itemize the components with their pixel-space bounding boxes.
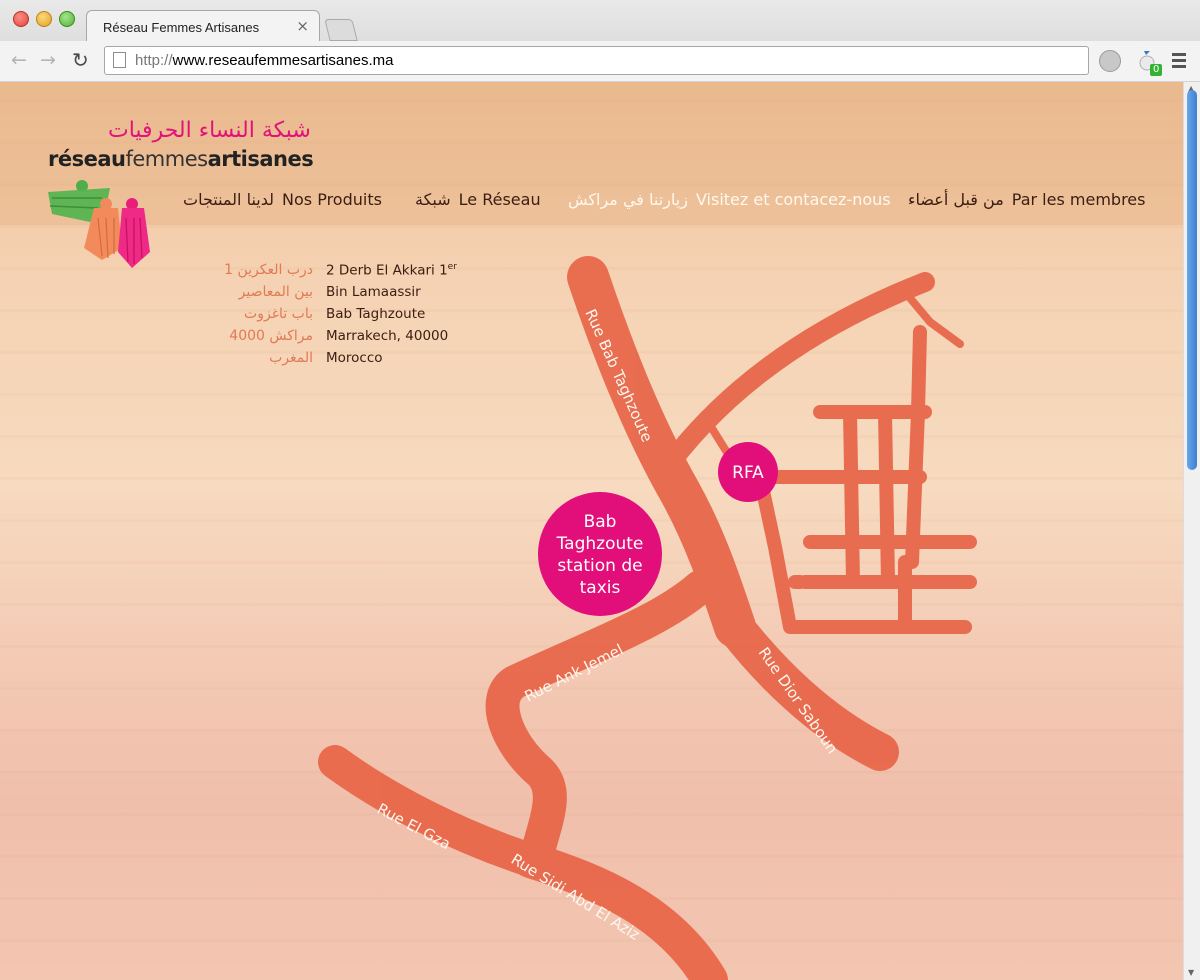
scrollbar-thumb[interactable]: [1187, 90, 1197, 470]
logo-word-artisanes: artisanes: [207, 147, 314, 171]
street-map: Rue Bab Taghzoute Rue Ank Jemel Rue Dior…: [318, 256, 977, 980]
logo-word-femmes: femmes: [125, 147, 208, 171]
nav-item-products[interactable]: لدينا المنتجات Nos Produits: [183, 190, 382, 209]
window-maximize-button[interactable]: [59, 11, 75, 27]
nav-network-fr: Le Réseau: [458, 190, 541, 209]
reload-icon[interactable]: ↻: [72, 50, 89, 70]
nav-visit-fr: Visitez et contacez-nous: [695, 190, 891, 209]
address-fr-line-4: Marrakech, 40000: [326, 328, 449, 344]
url-text: http://www.reseaufemmesartisanes.ma: [135, 52, 394, 69]
tassels-logo-icon[interactable]: [40, 178, 175, 270]
extension-shield-icon[interactable]: [1099, 50, 1121, 72]
nav-products-ar: لدينا المنتجات: [183, 190, 275, 209]
address-fr-line-1: 2 Derb El Akkari 1er: [326, 262, 457, 279]
address-fr-line-3: Bab Taghzoute: [326, 306, 426, 322]
address-fr-line-5: Morocco: [326, 350, 383, 366]
page-icon: [113, 52, 126, 68]
page-viewport: Rue Bab Taghzoute Rue Ank Jemel Rue Dior…: [0, 82, 1183, 980]
road-dior-saboun: [716, 608, 899, 771]
forward-arrow-icon[interactable]: →: [40, 50, 56, 70]
rfa-marker[interactable]: RFA: [718, 442, 778, 502]
nav-members-ar: من قبل أعضاء: [908, 190, 1004, 209]
menu-icon[interactable]: [1172, 53, 1186, 71]
window-close-button[interactable]: [13, 11, 29, 27]
new-tab-button[interactable]: [324, 19, 358, 41]
browser-toolbar: ← → ↻ http://www.reseaufemmesartisanes.m…: [0, 41, 1200, 81]
nav-products-fr: Nos Produits: [282, 190, 382, 209]
logo-arabic[interactable]: شبكة النساء الحرفيات: [108, 118, 311, 143]
scroll-down-icon[interactable]: ▼: [1188, 968, 1194, 977]
nav-item-members[interactable]: من قبل أعضاء Par les membres: [908, 190, 1145, 209]
station-label-line-2: Taghzoute: [556, 534, 644, 554]
address-fr-line-2: Bin Lamaassir: [326, 284, 421, 300]
back-arrow-icon[interactable]: ←: [11, 50, 27, 70]
browser-chrome: Réseau Femmes Artisanes × ← → ↻ http://w…: [0, 0, 1200, 83]
rfa-label: RFA: [732, 463, 764, 483]
tab-title: Réseau Femmes Artisanes: [103, 20, 260, 35]
road-grid: [753, 325, 977, 634]
station-label-line-3: station de: [557, 556, 642, 576]
station-label-line-1: Bab: [584, 512, 617, 532]
address-ar-line-4: مراكش 4000: [229, 328, 313, 344]
logo-word-reseau: réseau: [48, 147, 126, 171]
address-ar-line-2: بين المعاصير: [238, 284, 313, 300]
address-ar-line-5: المغرب: [269, 350, 313, 366]
station-label-line-4: taxis: [580, 578, 621, 598]
address-ar-line-1: درب العكرين 1: [224, 262, 313, 278]
logo-text[interactable]: réseaufemmesartisanes: [48, 147, 314, 171]
road-ank-jemel: [485, 570, 717, 879]
nav-members-fr: Par les membres: [1011, 190, 1146, 209]
tab-close-icon[interactable]: ×: [296, 17, 309, 35]
nav-item-network[interactable]: شبكة Le Réseau: [415, 190, 541, 209]
nav-visit-ar: زيارتنا في مراكش: [568, 190, 688, 209]
address-bar[interactable]: http://www.reseaufemmesartisanes.ma: [104, 46, 1089, 75]
nav-item-visit-contact[interactable]: زيارتنا في مراكش Visitez et contacez-nous: [568, 190, 891, 209]
vertical-scrollbar[interactable]: ▲ ▼: [1183, 82, 1200, 980]
window-minimize-button[interactable]: [36, 11, 52, 27]
nav-network-ar: شبكة: [415, 190, 451, 209]
address-ar-line-3: باب تاغزوت: [244, 306, 313, 322]
extension-badge: 0: [1150, 64, 1163, 76]
taxi-station-marker[interactable]: Bab Taghzoute station de taxis: [538, 492, 662, 616]
browser-tab[interactable]: Réseau Femmes Artisanes ×: [86, 10, 320, 42]
